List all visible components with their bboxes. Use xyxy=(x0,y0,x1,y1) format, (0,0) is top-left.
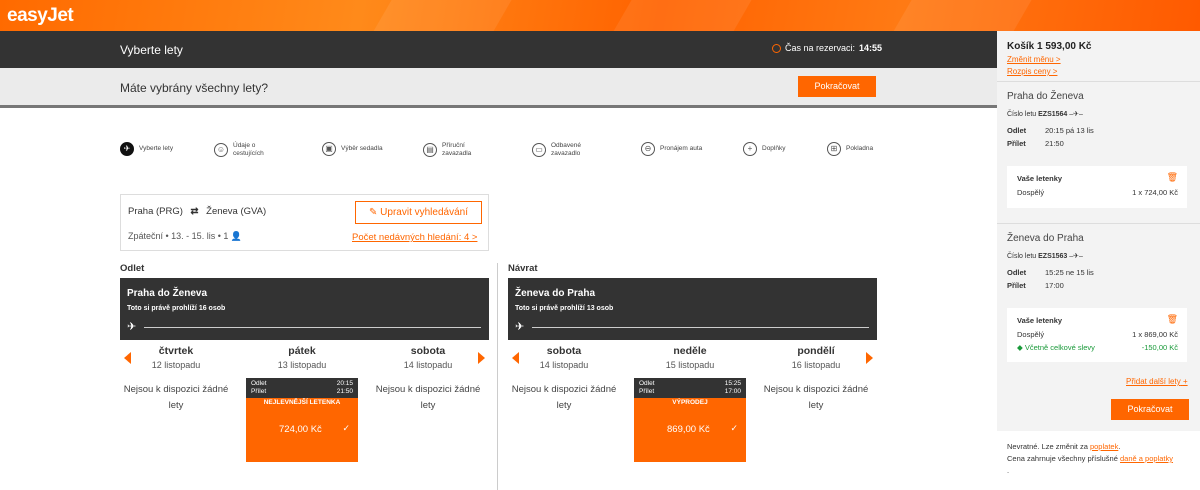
route-line xyxy=(144,327,481,328)
seat-icon: ▣ xyxy=(322,142,336,156)
outbound-column: Odlet Praha do Ženeva Toto si právě proh… xyxy=(120,263,489,465)
day-column: sobota 14 listopadu Nejsou k dispozici ž… xyxy=(372,345,484,414)
inbound-flight-card[interactable]: Odlet 15:25 Přílet 17:00 VÝPRODEJ 869,00 K… xyxy=(634,378,746,462)
plane-icon: ✈ xyxy=(515,321,525,333)
column-divider xyxy=(497,263,498,490)
inbound-route: Ženeva do Praha xyxy=(515,288,596,299)
day-column: neděle 15 listopadu xyxy=(665,345,715,370)
fee-link[interactable]: poplatek xyxy=(1090,442,1118,451)
plane-icon: ✈ xyxy=(127,321,137,333)
basket-total: Košík 1 593,00 Kč xyxy=(1007,41,1092,52)
selection-prompt-bar: Máte vybrány všechny lety? Pokračovat xyxy=(0,68,997,108)
trash-icon[interactable]: 🗑 xyxy=(1167,172,1178,183)
continue-button[interactable]: Pokračovat xyxy=(798,76,876,97)
plus-icon: + xyxy=(1182,377,1188,386)
inbound-route-panel: Ženeva do Praha Toto si právě prohlíží 1… xyxy=(508,278,877,340)
fare-tag: NEJLEVNĚJŠÍ LETENKA xyxy=(263,399,341,406)
day-column: pátek 13 listopadu xyxy=(277,345,327,370)
search-meta: Zpáteční • 13. - 15. lis • 1 👤 xyxy=(128,231,243,241)
inbound-days: sobota 14 listopadu Nejsou k dispozici ž… xyxy=(508,340,877,465)
tickets-box: Vaše letenky 🗑 Dospělý 1 x 724,00 Kč xyxy=(1007,166,1187,208)
outbound-viewers: Toto si právě prohlíží 16 osob xyxy=(127,305,226,312)
check-icon: ✓ xyxy=(730,423,738,433)
person-icon: 👤 xyxy=(230,231,243,241)
step-extras[interactable]: + Doplňky xyxy=(743,142,785,156)
outbound-route: Praha do Ženeva xyxy=(127,288,208,299)
inbound-column: Návrat Ženeva do Praha Toto si právě pro… xyxy=(508,263,877,465)
basket-leg-outbound: Praha do Ženeva Číslo letu EZS1564 –✈– O… xyxy=(997,81,1200,221)
timer-label: Čas na rezervaci: xyxy=(785,43,856,53)
day-column: pondělí 16 listopadu Nejsou k dispozici … xyxy=(760,345,872,414)
easyjet-logo[interactable]: easyJet xyxy=(7,5,74,27)
fare-tag: VÝPRODEJ xyxy=(672,399,708,406)
car-icon: ⊖ xyxy=(641,142,655,156)
step-car-hire[interactable]: ⊖ Pronájem auta xyxy=(641,142,702,156)
main-content: Vyberte lety Čas na rezervaci: 14:55 Mát… xyxy=(0,31,997,490)
plane-icon: –✈– xyxy=(1069,253,1083,260)
plus-icon: + xyxy=(743,142,757,156)
basket-leg-inbound: Ženeva do Praha Číslo letu EZS1563 –✈– O… xyxy=(997,223,1200,393)
change-currency-link[interactable]: Změnit měnu > xyxy=(1007,55,1061,64)
add-flights-link[interactable]: Přidat další lety + xyxy=(1126,377,1188,386)
day-column: sobota 14 listopadu Nejsou k dispozici ž… xyxy=(508,345,620,414)
no-flights-text: Nejsou k dispozici žádné lety xyxy=(375,384,481,411)
inbound-label: Návrat xyxy=(508,263,538,274)
no-flights-text: Nejsou k dispozici žádné lety xyxy=(123,384,229,411)
trash-icon[interactable]: 🗑 xyxy=(1167,314,1178,325)
top-brand-bar: easyJet xyxy=(0,0,1200,31)
person-icon: ☺ xyxy=(214,143,228,157)
outbound-flight-card[interactable]: Odlet 20:15 Přílet 21:50 NEJLEVNĚJŠÍ LETEN… xyxy=(246,378,358,462)
bag-icon: ▤ xyxy=(423,143,437,157)
page-header: Vyberte lety Čas na rezervaci: 14:55 xyxy=(0,31,997,68)
outbound-days: čtvrtek 12 listopadu Nejsou k dispozici … xyxy=(120,340,489,465)
tag-icon: ◆ xyxy=(1017,343,1023,352)
sidebar-continue-button[interactable]: Pokračovat xyxy=(1111,399,1189,420)
fare-price: 869,00 Kč xyxy=(667,424,710,435)
edit-search-button[interactable]: ✎ Upravit vyhledávání xyxy=(355,201,482,224)
plane-icon: ✈ xyxy=(120,142,134,156)
outbound-label: Odlet xyxy=(120,263,145,274)
step-checkout[interactable]: ⊞ Pokladna xyxy=(827,142,873,156)
no-flights-text: Nejsou k dispozici žádné lety xyxy=(763,384,869,411)
inbound-viewers: Toto si právě prohlíží 13 osob xyxy=(515,305,614,312)
swap-arrows-icon: ⇄ xyxy=(190,206,199,217)
no-flights-text: Nejsou k dispozici žádné lety xyxy=(511,384,617,411)
taxes-fees-link[interactable]: daně a poplatky xyxy=(1120,454,1173,463)
reservation-timer: Čas na rezervaci: 14:55 xyxy=(772,43,882,53)
cart-icon: ⊞ xyxy=(827,142,841,156)
plane-icon: –✈– xyxy=(1069,111,1083,118)
prompt-question: Máte vybrány všechny lety? xyxy=(120,81,269,95)
route-line xyxy=(532,327,869,328)
clock-icon xyxy=(772,43,781,53)
day-column: čtvrtek 12 listopadu Nejsou k dispozici … xyxy=(120,345,232,414)
search-route: Praha (PRG) ⇄ Ženeva (GVA) xyxy=(128,206,267,217)
booking-steps: ✈ Vyberte lety ☺ Údaje o cestujících ▣ Výbě… xyxy=(120,139,880,169)
basket-sidebar: Košík 1 593,00 Kč Změnit měnu > Rozpis c… xyxy=(997,31,1200,484)
step-select-flights[interactable]: ✈ Vyberte lety xyxy=(120,142,173,156)
check-icon: ✓ xyxy=(342,423,350,433)
outbound-route-panel: Praha do Ženeva Toto si právě prohlíží 1… xyxy=(120,278,489,340)
step-hold-luggage[interactable]: ▭ Odbavené zavazadlo xyxy=(532,142,591,158)
recent-searches-link[interactable]: Počet nedávných hledání: 4 > xyxy=(352,232,477,243)
step-cabin-bags[interactable]: ▤ Příruční zavazadla xyxy=(423,142,478,158)
suitcase-icon: ▭ xyxy=(532,143,546,157)
fare-price: 724,00 Kč xyxy=(279,424,322,435)
timer-value: 14:55 xyxy=(859,43,883,53)
basket-footer-note: Nevratné. Lze změnit za poplatek. Cena z… xyxy=(997,431,1200,484)
step-passenger-details[interactable]: ☺ Údaje o cestujících xyxy=(214,142,271,158)
pencil-icon: ✎ xyxy=(369,207,378,218)
step-seat-selection[interactable]: ▣ Výběr sedadla xyxy=(322,142,383,156)
price-breakdown-link[interactable]: Rozpis ceny > xyxy=(1007,67,1057,76)
page-title: Vyberte lety xyxy=(120,43,183,57)
tickets-box: Vaše letenky 🗑 Dospělý 1 x 869,00 Kč ◆ Vč… xyxy=(1007,308,1187,362)
search-summary: Praha (PRG) ⇄ Ženeva (GVA) Zpáteční • 13… xyxy=(120,194,489,251)
